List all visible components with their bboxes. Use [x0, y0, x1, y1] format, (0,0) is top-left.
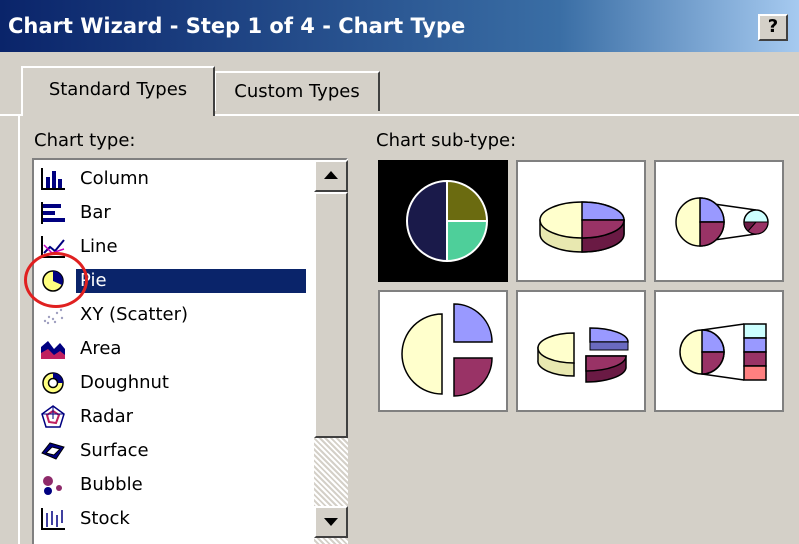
list-item-label: Column	[80, 168, 149, 189]
pie-of-pie-subtype-icon	[675, 197, 769, 247]
list-item-bubble[interactable]: Bubble	[36, 468, 318, 502]
chart-type-list[interactable]: Column Bar Line Pie XY (Scatter) Area Do…	[32, 158, 348, 544]
tab-panel-border-left	[18, 114, 20, 544]
chart-type-scrollbar[interactable]	[314, 160, 348, 544]
chart-subtype-grid	[374, 158, 799, 412]
list-item-column[interactable]: Column	[36, 162, 318, 196]
pie-subtype-icon	[406, 179, 489, 263]
subtype-tile-3d-pie[interactable]	[516, 160, 646, 282]
bubble-chart-icon	[43, 476, 62, 495]
surface-chart-icon	[41, 442, 65, 460]
annotation-circle	[24, 252, 88, 308]
bar-chart-icon	[41, 202, 65, 224]
chart-type-label: Chart type:	[34, 130, 136, 151]
subtype-tile-bar-of-pie[interactable]	[654, 290, 784, 412]
help-button[interactable]: ?	[758, 14, 788, 41]
subtype-tile-exploded-3d-pie[interactable]	[516, 290, 646, 412]
arrow-down-icon	[324, 518, 338, 526]
scroll-down-button[interactable]	[314, 506, 348, 538]
list-item-surface[interactable]: Surface	[36, 434, 318, 468]
doughnut-chart-icon	[42, 372, 64, 394]
list-item-radar[interactable]: Radar	[36, 400, 318, 434]
list-item-label: Line	[80, 236, 118, 257]
title-bar: Chart Wizard - Step 1 of 4 - Chart Type …	[0, 0, 799, 52]
scroll-up-button[interactable]	[314, 160, 348, 192]
window-title: Chart Wizard - Step 1 of 4 - Chart Type	[8, 14, 466, 38]
list-item-bar[interactable]: Bar	[36, 196, 318, 230]
column-chart-icon	[41, 168, 65, 190]
list-item-label: Bar	[80, 202, 111, 223]
list-item-line[interactable]: Line	[36, 230, 318, 264]
list-item-doughnut[interactable]: Doughnut	[36, 366, 318, 400]
3d-pie-subtype-icon	[539, 201, 625, 253]
tab-standard-types[interactable]: Standard Types	[21, 66, 215, 116]
list-item-label: Stock	[80, 508, 130, 529]
subtype-tile-pie[interactable]	[378, 160, 508, 282]
list-item-area[interactable]: Area	[36, 332, 318, 366]
subtype-tile-pie-of-pie[interactable]	[654, 160, 784, 282]
list-item-label: Bubble	[80, 474, 143, 495]
list-item-label: Pie	[76, 269, 306, 293]
list-item-label: Doughnut	[80, 372, 169, 393]
scrollbar-thumb[interactable]	[314, 192, 348, 438]
list-item-label: Surface	[80, 440, 149, 461]
tab-custom-types[interactable]: Custom Types	[214, 71, 380, 111]
stock-chart-icon	[41, 508, 65, 530]
list-item-xy-scatter[interactable]: XY (Scatter)	[36, 298, 318, 332]
list-item-label: Radar	[80, 406, 133, 427]
radar-chart-icon	[41, 405, 65, 428]
exploded-pie-subtype-icon	[401, 303, 493, 397]
exploded-3d-pie-subtype-icon	[537, 327, 629, 383]
list-item-label: Area	[80, 338, 122, 359]
subtype-tile-exploded-pie[interactable]	[378, 290, 508, 412]
list-item-stock[interactable]: Stock	[36, 502, 318, 536]
bar-of-pie-subtype-icon	[679, 323, 767, 381]
list-item-label: XY (Scatter)	[80, 304, 189, 325]
chart-subtype-label: Chart sub-type:	[376, 130, 517, 151]
area-chart-icon	[41, 341, 65, 359]
arrow-up-icon	[324, 171, 338, 179]
